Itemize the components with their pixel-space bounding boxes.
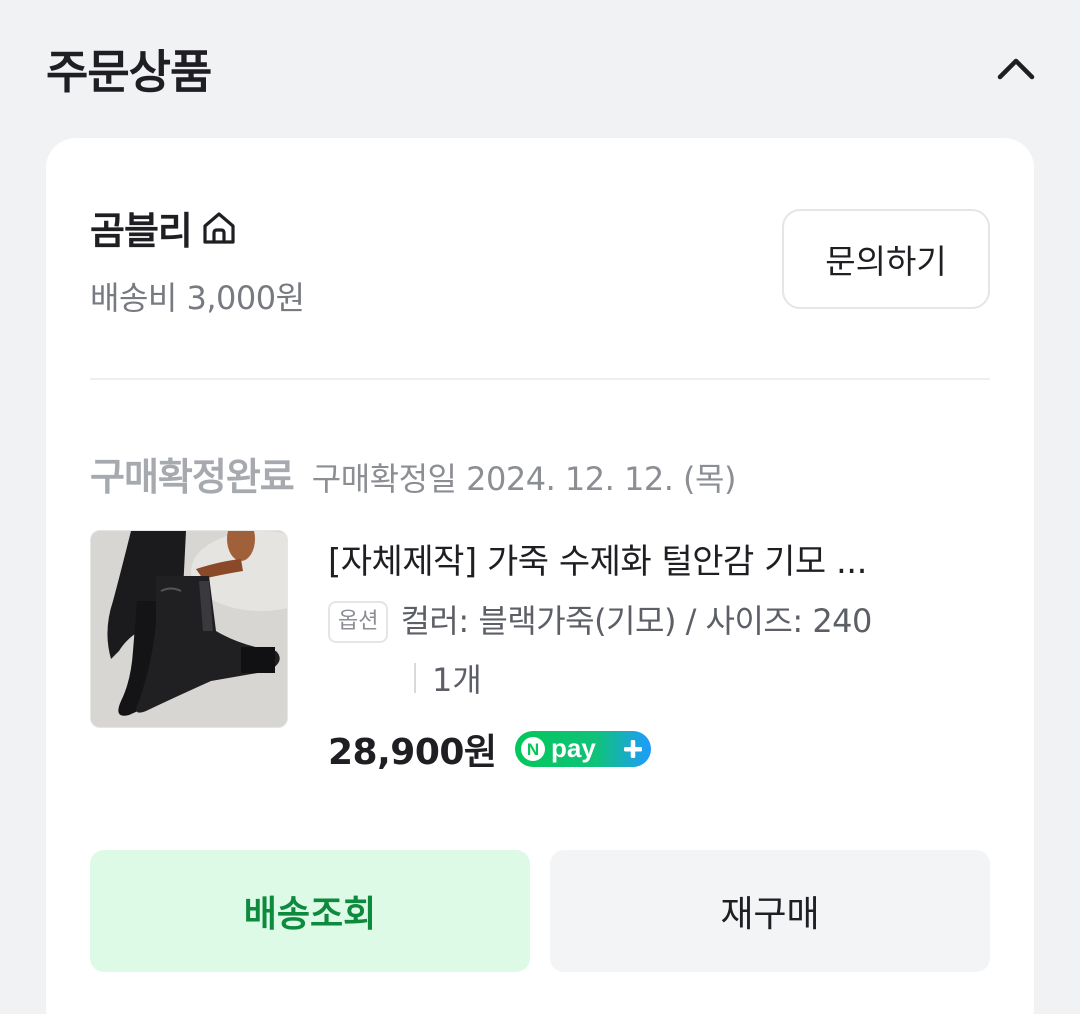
divider <box>90 378 990 380</box>
quantity-row: 1개 <box>414 655 988 701</box>
collapse-button[interactable] <box>984 40 1048 96</box>
seller-name-link[interactable]: 곰블리 <box>90 200 305 255</box>
npay-plus-badge: N pay <box>514 731 651 767</box>
confirm-date: 구매확정일 2024. 12. 12. (목) <box>311 460 737 498</box>
product-price: 28,900원 <box>328 732 497 773</box>
seller-info: 곰블리 배송비 3,000원 <box>90 200 305 319</box>
product-thumbnail[interactable] <box>90 530 288 728</box>
inquiry-button[interactable]: 문의하기 <box>782 209 990 309</box>
order-products-header: 주문상품 <box>0 0 1080 138</box>
home-icon <box>200 209 238 247</box>
option-badge: 옵션 <box>328 601 389 643</box>
boots-image <box>91 531 287 727</box>
shipping-fee: 배송비 3,000원 <box>90 279 305 317</box>
rebuy-button[interactable]: 재구매 <box>550 850 990 972</box>
chevron-up-icon <box>997 58 1035 80</box>
product-option: 옵션 컬러: 블랙가죽(기모) / 사이즈: 240 <box>328 601 988 643</box>
quantity-divider <box>414 663 416 693</box>
option-text: 컬러: 블랙가죽(기모) / 사이즈: 240 <box>400 602 872 640</box>
section-title: 주문상품 <box>46 45 212 99</box>
seller-name: 곰블리 <box>90 209 193 253</box>
product-info: [자체제작] 가죽 수제화 털안감 기모 ... 옵션 컬러: 블랙가죽(기모)… <box>328 534 988 775</box>
quantity: 1개 <box>432 661 482 699</box>
svg-text:N: N <box>526 740 538 759</box>
order-card: 곰블리 배송비 3,000원 문의하기 구매확정완료 구매확정일 2024. 1… <box>46 138 1034 1014</box>
order-status: 구매확정완료 <box>90 455 295 499</box>
track-delivery-button[interactable]: 배송조회 <box>90 850 530 972</box>
product-title[interactable]: [자체제작] 가죽 수제화 털안감 기모 ... <box>328 534 988 583</box>
order-status-row: 구매확정완료 구매확정일 2024. 12. 12. (목) <box>90 446 736 501</box>
svg-text:pay: pay <box>551 733 596 763</box>
price-row: 28,900원 N pay <box>328 723 988 775</box>
